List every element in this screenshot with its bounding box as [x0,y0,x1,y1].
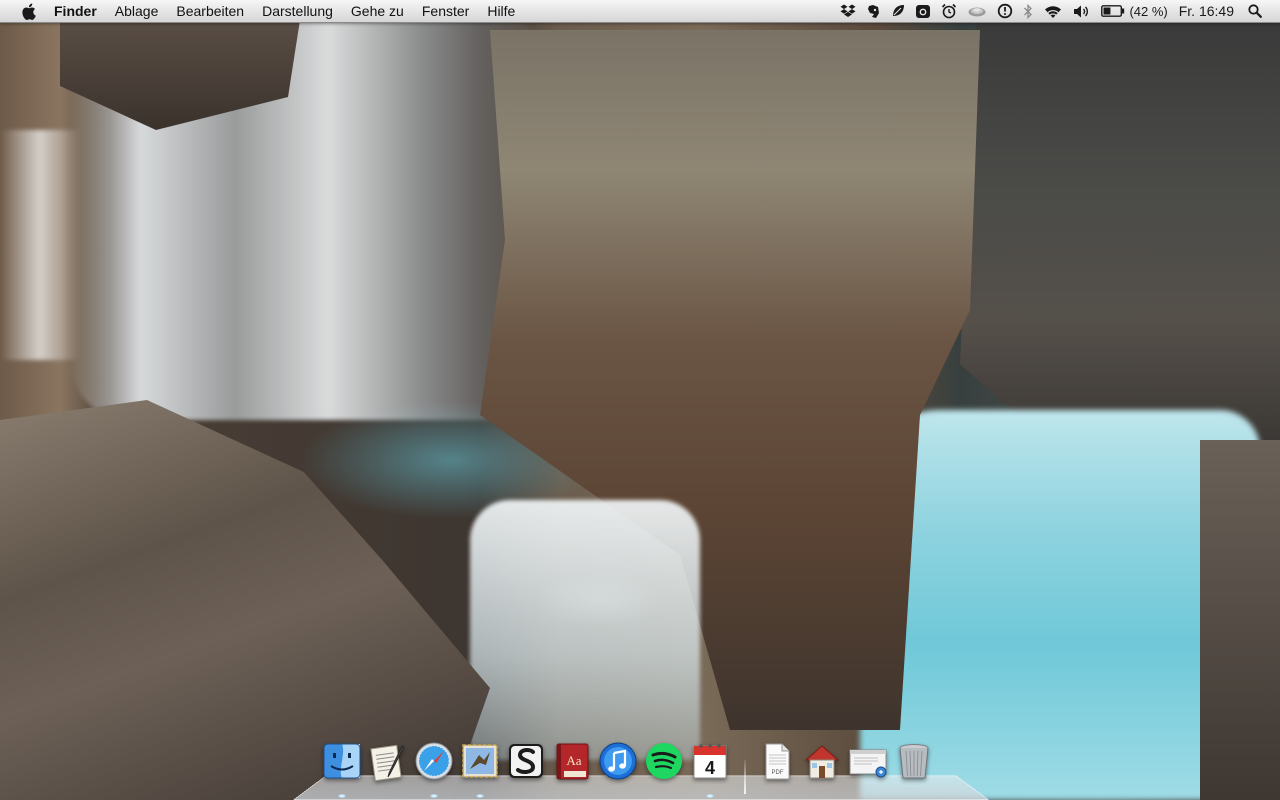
menu-darstellung[interactable]: Darstellung [253,0,342,22]
bluetooth-icon [1024,3,1033,19]
battery-level-fill [1103,7,1111,15]
apple-menu[interactable] [18,3,38,20]
evernote-icon [868,4,880,18]
calendar-day-number: 4 [705,758,715,778]
finder-running-indicator [338,794,346,798]
dock-item-home-folder[interactable] [800,738,844,784]
safari-running-indicator [430,794,438,798]
dock-item-calendar[interactable]: 4 [688,738,732,784]
apple-logo-icon [21,3,36,20]
status-menus: (42 %) Fr. 16:49 [835,0,1280,22]
dropbox-status[interactable] [835,0,861,22]
wallpaper-rock-right [960,20,1280,450]
wallpaper-waterfall-left [0,130,80,360]
menu-bearbeiten[interactable]: Bearbeiten [167,0,253,22]
menu-bar: Finder Ablage Bearbeiten Darstellung Geh… [0,0,1280,23]
desktop[interactable]: Finder Ablage Bearbeiten Darstellung Geh… [0,0,1280,800]
alarm-status[interactable] [936,0,962,22]
dock-item-mail[interactable] [458,738,502,784]
battery-percent: (42 %) [1129,3,1168,19]
wifi-icon [1045,5,1062,18]
spotlight-button[interactable] [1242,0,1280,22]
mail-running-indicator [476,794,484,798]
wallpaper-rock-far-right [1200,440,1280,800]
leaf-icon [893,5,905,16]
spotify-icon [646,743,682,779]
volume-status[interactable] [1068,0,1096,22]
menu-gehe-zu[interactable]: Gehe zu [342,0,413,22]
desktop-wallpaper [0,0,1280,800]
dock-item-textedit[interactable] [366,738,410,784]
textedit-icon [370,744,405,781]
battery-status[interactable]: (42 %) [1096,0,1172,22]
dock-item-itunes[interactable] [596,738,640,784]
menu-hilfe[interactable]: Hilfe [478,0,524,22]
preview-window-icon [849,749,887,778]
wallpaper-waterfall-lower [470,500,700,760]
safari-icon [415,742,453,780]
bluetooth-status[interactable] [1018,0,1038,22]
dock-item-safari[interactable] [412,738,456,784]
dock-item-trash[interactable] [892,738,936,784]
dock-item-preview-window[interactable] [846,738,890,784]
finder-icon [323,743,361,779]
calendar-running-indicator [706,794,714,798]
camera-icon [916,4,931,18]
leaf-status[interactable] [886,0,910,22]
cloud-icon [968,7,986,17]
dock-separator [744,760,746,794]
volume-icon [1074,5,1089,17]
home-folder-icon [804,745,840,779]
dock-item-dictionary[interactable]: Aa [550,738,594,784]
dock-item-pdf-document[interactable]: PDF [754,738,798,784]
calendar-icon: 4 [693,744,727,779]
trash-icon [899,744,929,779]
cloud-status[interactable] [962,0,992,22]
wifi-status[interactable] [1038,0,1068,22]
evernote-status[interactable] [861,0,886,22]
dropbox-icon [840,4,856,17]
mail-icon [462,744,498,778]
itunes-icon [599,742,637,780]
dictionary-icon: Aa [556,743,589,780]
menubar-clock[interactable]: Fr. 16:49 [1173,0,1242,22]
spotlight-search-icon [1248,4,1262,18]
menu-ablage[interactable]: Ablage [106,0,168,22]
dock-item-scrivener[interactable] [504,738,548,784]
pdf-document-icon: PDF [765,743,790,780]
alarm-clock-icon [942,3,957,19]
battery-icon [1101,5,1125,17]
svg-text:Aa: Aa [566,753,581,768]
camera-status[interactable] [910,0,936,22]
time-machine-icon [998,3,1013,19]
pdf-document-label: PDF [772,770,784,776]
menu-fenster[interactable]: Fenster [413,0,478,22]
menu-finder[interactable]: Finder [54,0,106,22]
dock: Aa 4 PDF [318,736,968,798]
dock-item-spotify[interactable] [642,738,686,784]
time-machine-status[interactable] [992,0,1018,22]
scrivener-icon [509,744,543,778]
dock-item-finder[interactable] [320,738,364,784]
